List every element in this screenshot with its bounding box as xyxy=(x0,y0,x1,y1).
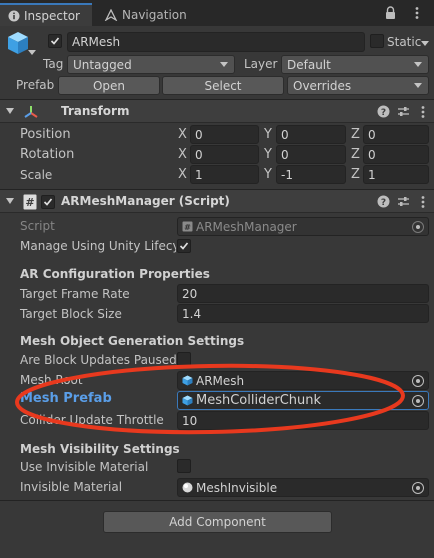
component-title: ARMeshManager (Script) xyxy=(61,194,230,208)
object-picker-icon[interactable] xyxy=(412,482,424,494)
component-enabled-checkbox[interactable] xyxy=(41,195,55,209)
rotation-x-field[interactable]: 0 xyxy=(190,145,259,164)
component-menu-icon[interactable] xyxy=(419,195,427,209)
info-icon xyxy=(8,10,20,21)
rotation-x-axis[interactable]: X xyxy=(178,147,187,162)
target-frame-rate-label: Target Frame Rate xyxy=(20,287,130,301)
position-y-axis[interactable]: Y xyxy=(264,127,272,142)
use-invisible-material-checkbox[interactable] xyxy=(177,459,191,473)
help-icon[interactable]: ? xyxy=(377,195,390,208)
tab-inspector[interactable]: Inspector xyxy=(0,3,92,26)
script-field: # ARMeshManager xyxy=(177,217,429,236)
invisible-material-label: Invisible Material xyxy=(20,480,123,494)
gameobject-cube-icon xyxy=(8,32,28,54)
tab-bar: Inspector Navigation xyxy=(0,0,434,26)
rotation-y-field[interactable]: 0 xyxy=(276,145,346,164)
target-block-size-field[interactable]: 1.4 xyxy=(177,304,429,323)
static-checkbox[interactable] xyxy=(370,34,384,48)
prefab-label: Prefab xyxy=(16,78,55,92)
component-menu-icon[interactable] xyxy=(419,105,427,119)
material-sphere-icon xyxy=(182,482,193,493)
position-x-field[interactable]: 0 xyxy=(190,125,259,144)
script-label: Script xyxy=(20,219,55,233)
manage-lifecycle-label: Manage Using Unity Lifecyc xyxy=(20,239,176,253)
annotation-ellipse xyxy=(15,363,405,435)
position-y-field[interactable]: 0 xyxy=(276,125,346,144)
scale-x-field[interactable]: 1 xyxy=(190,165,259,184)
svg-text:#: # xyxy=(25,196,34,209)
checkmark-icon xyxy=(50,37,60,45)
foldout-arrow-icon[interactable] xyxy=(6,198,14,204)
active-checkbox[interactable] xyxy=(48,34,62,48)
svg-text:?: ? xyxy=(381,198,386,208)
icon-dropdown-arrow[interactable] xyxy=(28,50,36,55)
rotation-y-axis[interactable]: Y xyxy=(264,147,272,162)
rotation-z-field[interactable]: 0 xyxy=(363,145,429,164)
chevron-down-icon xyxy=(414,83,422,88)
script-file-icon: # xyxy=(182,221,193,232)
script-file-icon: # xyxy=(23,194,37,210)
svg-text:?: ? xyxy=(381,108,386,118)
presets-sliders-icon[interactable] xyxy=(397,105,410,118)
scale-z-field[interactable]: 1 xyxy=(363,165,429,184)
scale-y-axis[interactable]: Y xyxy=(264,167,272,182)
tab-inspector-label: Inspector xyxy=(24,8,80,23)
tag-dropdown[interactable]: Untagged xyxy=(67,55,235,74)
scale-y-field[interactable]: -1 xyxy=(276,165,346,184)
transform-axes-icon xyxy=(24,106,38,118)
tab-navigation[interactable]: Navigation xyxy=(96,3,206,26)
object-picker-icon xyxy=(412,221,424,233)
target-block-size-label: Target Block Size xyxy=(20,307,122,321)
target-frame-rate-field[interactable]: 20 xyxy=(177,284,429,303)
scale-z-axis[interactable]: Z xyxy=(351,167,360,182)
chevron-down-icon xyxy=(220,62,228,67)
static-label: Static xyxy=(387,35,422,49)
svg-text:#: # xyxy=(184,223,191,232)
kebab-menu-icon[interactable] xyxy=(410,6,424,20)
presets-sliders-icon[interactable] xyxy=(397,195,410,208)
rotation-label: Rotation xyxy=(20,147,75,162)
checkmark-icon xyxy=(43,198,53,206)
armeshmanager-header[interactable]: # ARMeshManager (Script) ? xyxy=(0,189,434,213)
invisible-material-value: MeshInvisible xyxy=(196,480,278,495)
static-dropdown-arrow[interactable] xyxy=(421,41,429,46)
transform-title: Transform xyxy=(61,104,130,118)
open-prefab-button[interactable]: Open xyxy=(58,76,160,95)
scale-label: Scale xyxy=(20,168,53,182)
scale-x-axis[interactable]: X xyxy=(178,167,187,182)
divider xyxy=(0,500,434,501)
layer-label: Layer xyxy=(244,57,278,71)
lock-icon[interactable] xyxy=(385,6,396,20)
tag-value: Untagged xyxy=(73,57,132,72)
navigation-icon xyxy=(104,8,118,21)
position-z-field[interactable]: 0 xyxy=(363,125,429,144)
transform-header[interactable]: Transform ? xyxy=(0,99,434,123)
mesh-visibility-header: Mesh Visibility Settings xyxy=(20,442,180,456)
tab-navigation-label: Navigation xyxy=(122,7,187,22)
foldout-arrow-icon[interactable] xyxy=(6,108,14,114)
add-component-button[interactable]: Add Component xyxy=(103,511,332,533)
use-invisible-material-label: Use Invisible Material xyxy=(20,460,149,474)
layer-value: Default xyxy=(287,57,331,72)
layer-dropdown[interactable]: Default xyxy=(281,55,429,74)
manage-lifecycle-checkbox[interactable] xyxy=(177,239,191,253)
invisible-material-field[interactable]: MeshInvisible xyxy=(177,478,429,497)
help-icon[interactable]: ? xyxy=(377,105,390,118)
overrides-label: Overrides xyxy=(293,78,352,93)
chevron-down-icon xyxy=(414,62,422,67)
position-z-axis[interactable]: Z xyxy=(351,127,360,142)
rotation-z-axis[interactable]: Z xyxy=(351,147,360,162)
select-prefab-button[interactable]: Select xyxy=(162,76,284,95)
overrides-dropdown[interactable]: Overrides xyxy=(287,76,429,95)
mesh-gen-header: Mesh Object Generation Settings xyxy=(20,334,245,348)
script-value: ARMeshManager xyxy=(196,219,297,234)
tag-label: Tag xyxy=(43,57,64,71)
position-label: Position xyxy=(20,127,71,142)
object-name-field[interactable]: ARMesh xyxy=(67,32,365,52)
checkmark-icon xyxy=(179,242,189,250)
position-x-axis[interactable]: X xyxy=(178,127,187,142)
ar-config-header: AR Configuration Properties xyxy=(20,267,210,281)
